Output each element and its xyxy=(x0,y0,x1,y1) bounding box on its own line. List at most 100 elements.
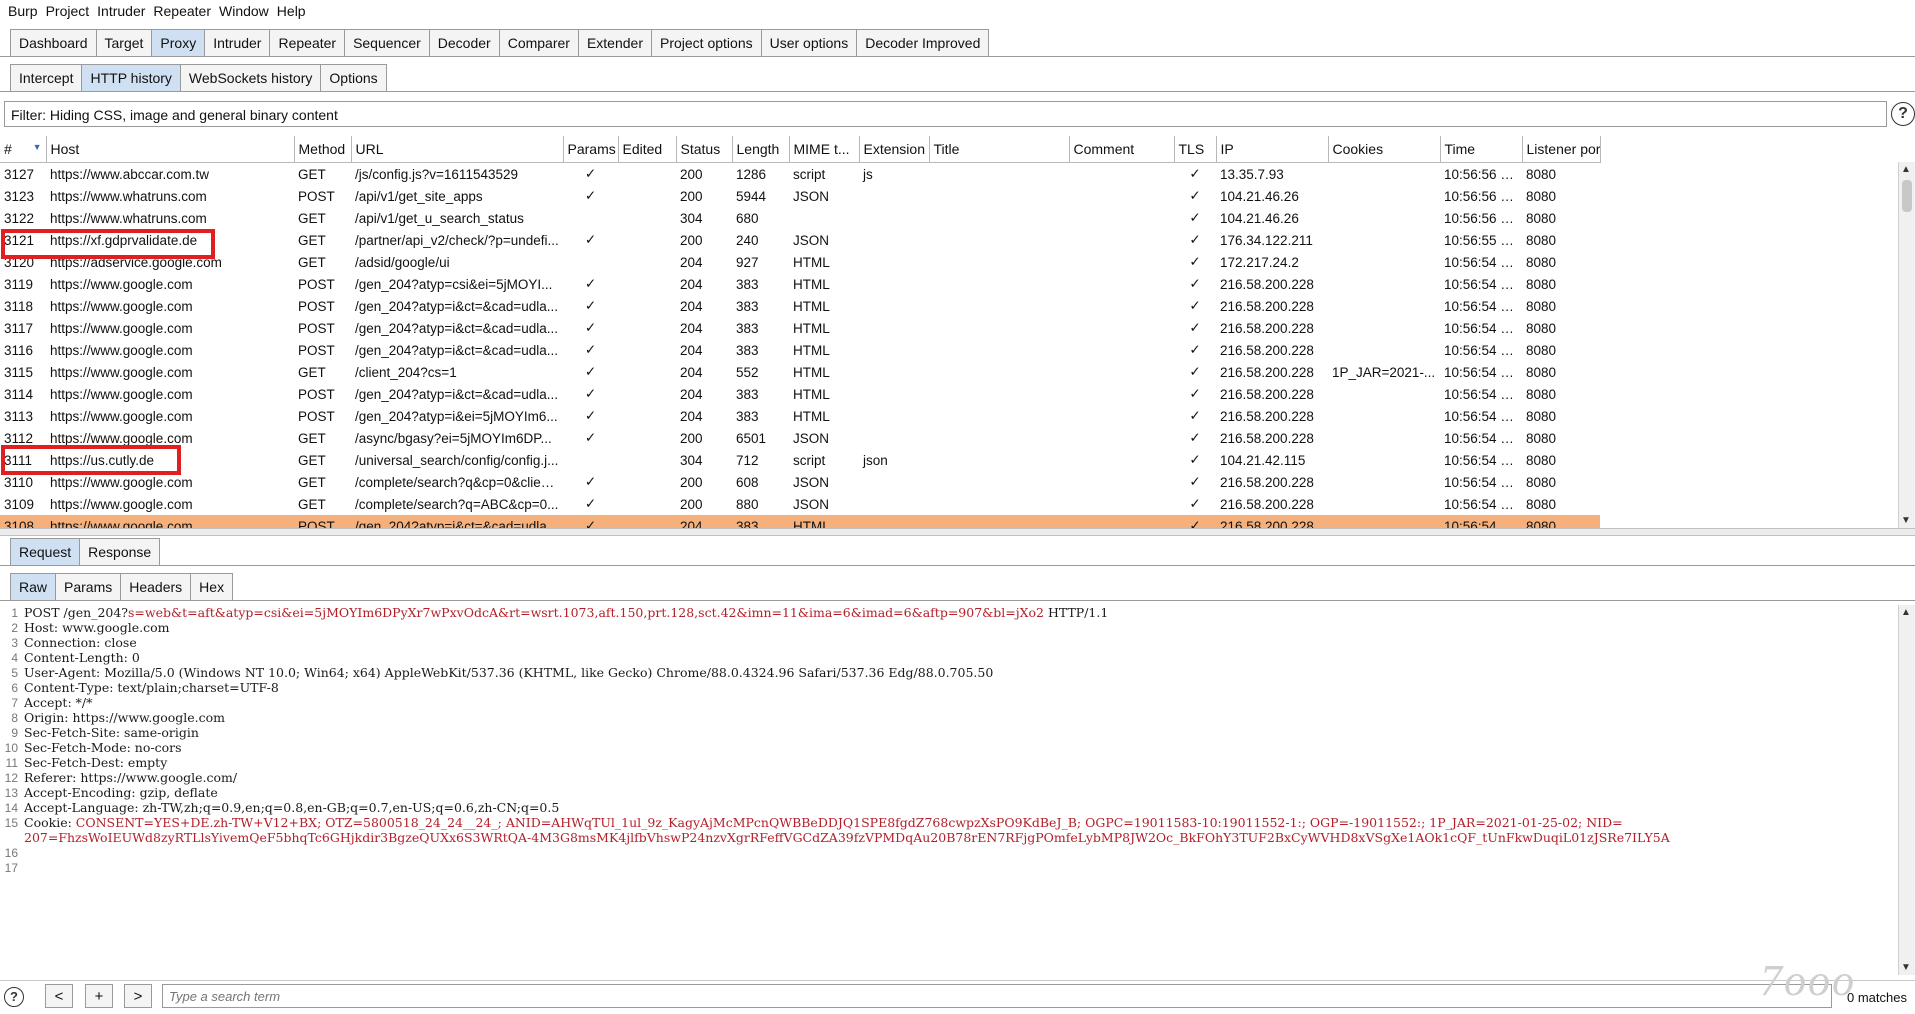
format-tab-hex[interactable]: Hex xyxy=(190,573,234,600)
sort-descending-icon[interactable]: ▼ xyxy=(33,142,42,152)
subtab-http-history[interactable]: HTTP history xyxy=(81,64,181,91)
tab-decoder-improved[interactable]: Decoder Improved xyxy=(856,29,990,56)
table-row[interactable]: 3118 https://www.google.com POST/gen_204?a… xyxy=(0,295,1600,317)
cell-port: 8080 xyxy=(1526,496,1557,512)
column-header-params[interactable]: Params xyxy=(563,136,619,163)
menu-item-burp[interactable]: Burp xyxy=(0,0,42,19)
tab-decoder[interactable]: Decoder xyxy=(428,29,500,56)
menu-item-help[interactable]: Help xyxy=(273,0,310,19)
table-row[interactable]: 3111 https://us.cutly.de GET/universal_sea… xyxy=(0,449,1600,471)
table-row[interactable]: 3122 https://www.whatruns.com GET/api/v1/g… xyxy=(0,207,1600,229)
menu-item-window[interactable]: Window xyxy=(215,0,273,19)
raw-request-editor[interactable]: 1 POST /gen_204?s=web&t=aft&atyp=csi&ei=5… xyxy=(0,605,1897,975)
editor-vertical-scrollbar[interactable]: ▲ ▼ xyxy=(1898,605,1915,975)
editor-scroll-up-icon[interactable]: ▲ xyxy=(1901,607,1911,618)
menu-item-intruder[interactable]: Intruder xyxy=(93,0,149,19)
menu-item-project[interactable]: Project xyxy=(42,0,94,19)
previous-match-button[interactable]: < xyxy=(45,984,73,1008)
scroll-thumb[interactable] xyxy=(1902,180,1912,212)
search-help-icon[interactable]: ? xyxy=(4,987,24,1007)
subtab-websockets-history[interactable]: WebSockets history xyxy=(179,64,322,91)
scroll-up-icon[interactable]: ▲ xyxy=(1901,164,1911,175)
tab-dashboard[interactable]: Dashboard xyxy=(10,29,97,56)
table-row[interactable]: 3117 https://www.google.com POST/gen_204?a… xyxy=(0,317,1600,339)
tab-repeater[interactable]: Repeater xyxy=(269,29,346,56)
table-row[interactable]: 3119 https://www.google.com POST/gen_204?a… xyxy=(0,273,1600,295)
tls-check-icon: ✓ xyxy=(1189,342,1201,357)
column-label: # xyxy=(4,141,12,157)
table-row[interactable]: 3114 https://www.google.com POST/gen_204?a… xyxy=(0,383,1600,405)
cell-edited xyxy=(618,361,676,383)
table-row[interactable]: 3116 https://www.google.com POST/gen_204?a… xyxy=(0,339,1600,361)
column-header-extension[interactable]: Extension xyxy=(859,136,930,163)
history-vertical-scrollbar[interactable]: ▲ ▼ xyxy=(1898,162,1915,528)
pane-splitter[interactable] xyxy=(0,528,1915,536)
add-button[interactable]: + xyxy=(85,984,113,1008)
column-header-mime-t-[interactable]: MIME t... xyxy=(789,136,860,163)
column-header-length[interactable]: Length xyxy=(732,136,790,163)
cell-method: POST xyxy=(294,515,351,528)
table-row[interactable]: 3121 https://xf.gdprvalidate.de GET/partne… xyxy=(0,229,1600,251)
column-header-edited[interactable]: Edited xyxy=(618,136,677,163)
scroll-down-icon[interactable]: ▼ xyxy=(1901,515,1911,526)
tls-check-icon: ✓ xyxy=(1189,298,1201,313)
format-tab-raw[interactable]: Raw xyxy=(10,573,57,600)
cell-title xyxy=(929,185,1069,207)
table-row[interactable]: 3123 https://www.whatruns.com POST/api/v1/… xyxy=(0,185,1600,207)
cell-time: 10:56:55 2... xyxy=(1444,232,1520,248)
column-header-title[interactable]: Title xyxy=(929,136,1070,163)
message-tab-bar: Request Response xyxy=(10,538,161,565)
column-label: Method xyxy=(298,141,346,157)
table-row[interactable]: 3110 https://www.google.com GET/complete/s… xyxy=(0,471,1600,493)
tab-comparer[interactable]: Comparer xyxy=(498,29,579,56)
table-row[interactable]: 3109 https://www.google.com GET/complete/s… xyxy=(0,493,1600,515)
table-row[interactable]: 3127 https://www.abccar.com.tw GET/js/conf… xyxy=(0,163,1600,186)
column-header-comment[interactable]: Comment xyxy=(1069,136,1175,163)
column-header-time[interactable]: Time xyxy=(1440,136,1523,163)
table-row[interactable]: 3108 https://www.google.com POST/gen_204?a… xyxy=(0,515,1600,528)
table-row[interactable]: 3112 https://www.google.com GET/async/bgas… xyxy=(0,427,1600,449)
next-match-button[interactable]: > xyxy=(124,984,152,1008)
tls-check-icon: ✓ xyxy=(1189,320,1201,335)
cell-length: 383 xyxy=(736,320,759,336)
format-tab-params[interactable]: Params xyxy=(55,573,122,600)
table-row[interactable]: 3120 https://adservice.google.com GET/adsi… xyxy=(0,251,1600,273)
cell-host: https://www.google.com xyxy=(50,408,193,424)
message-tab-response[interactable]: Response xyxy=(79,538,161,565)
column-header-method[interactable]: Method xyxy=(294,136,352,163)
search-input[interactable] xyxy=(162,984,1832,1008)
cell-ext: json xyxy=(863,452,888,468)
tab-target[interactable]: Target xyxy=(95,29,153,56)
message-tab-request[interactable]: Request xyxy=(10,538,81,565)
tab-proxy[interactable]: Proxy xyxy=(151,29,206,56)
cell-length: 880 xyxy=(736,496,759,512)
editor-scroll-down-icon[interactable]: ▼ xyxy=(1901,962,1911,973)
column-header-ip[interactable]: IP xyxy=(1216,136,1329,163)
column-header-tls[interactable]: TLS xyxy=(1174,136,1217,163)
menu-item-repeater[interactable]: Repeater xyxy=(149,0,215,19)
table-row[interactable]: 3115 https://www.google.com GET/client_204… xyxy=(0,361,1600,383)
column-label: Listener port xyxy=(1526,141,1600,157)
tab-intruder[interactable]: Intruder xyxy=(204,29,271,56)
tls-check-icon: ✓ xyxy=(1189,276,1201,291)
tab-extender[interactable]: Extender xyxy=(577,29,652,56)
column-header-status[interactable]: Status xyxy=(676,136,733,163)
cell-method: GET xyxy=(298,210,326,226)
column-header-number[interactable]: # ▼ xyxy=(0,136,47,163)
tab-user-options[interactable]: User options xyxy=(760,29,858,56)
column-header-cookies[interactable]: Cookies xyxy=(1328,136,1441,163)
subtab-options[interactable]: Options xyxy=(320,64,387,91)
column-label: Title xyxy=(933,141,960,157)
cell-status: 200 xyxy=(680,232,703,248)
tab-sequencer[interactable]: Sequencer xyxy=(344,29,430,56)
filter-bar[interactable]: Filter: Hiding CSS, image and general bi… xyxy=(4,101,1887,127)
column-header-url[interactable]: URL xyxy=(351,136,564,163)
column-header-host[interactable]: Host xyxy=(46,136,295,163)
table-row[interactable]: 3113 https://www.google.com POST/gen_204?a… xyxy=(0,405,1600,427)
format-tab-headers[interactable]: Headers xyxy=(120,573,192,600)
tab-project-options[interactable]: Project options xyxy=(651,29,762,56)
subtab-intercept[interactable]: Intercept xyxy=(10,64,83,91)
column-header-listener-port[interactable]: Listener port xyxy=(1522,136,1601,163)
line-number: 1 xyxy=(11,606,18,620)
help-icon[interactable]: ? xyxy=(1891,102,1915,126)
